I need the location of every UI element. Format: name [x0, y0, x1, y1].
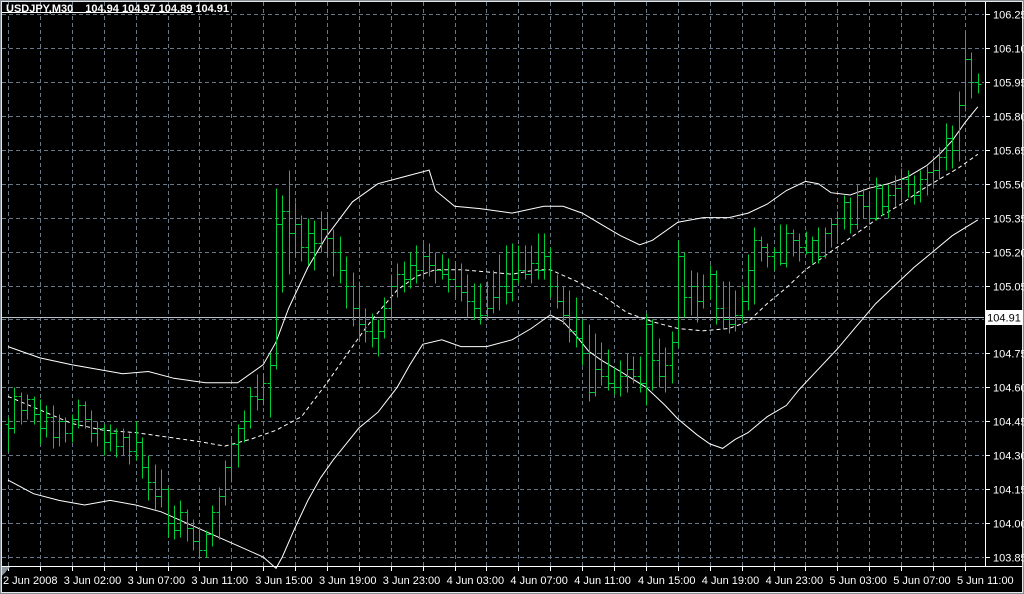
chart-title-quotes: 104.94 104.97 104.89 104.91 [85, 3, 230, 15]
time-label: 3 Jun 15:00 [255, 575, 313, 587]
time-label: 3 Jun 11:00 [191, 575, 248, 587]
price-tick-label: 103.85 [993, 553, 1024, 565]
price-tick-label: 104.00 [993, 519, 1024, 531]
time-label: 5 Jun 03:00 [829, 575, 887, 587]
price-tick-label: 104.45 [993, 417, 1024, 429]
price-tick-label: 106.10 [993, 44, 1024, 56]
time-label: 5 Jun 11:00 [957, 575, 1014, 587]
time-label: 4 Jun 11:00 [574, 575, 631, 587]
chart-window: USDJPY,M30 104.94 104.97 104.89 104.91 10… [0, 0, 1024, 594]
time-label: 3 Jun 07:00 [128, 575, 186, 587]
time-label: 3 Jun 23:00 [383, 575, 441, 587]
time-label: 3 Jun 02:00 [64, 575, 122, 587]
time-label: 3 Jun 19:00 [319, 575, 377, 587]
price-tick-label: 106.25 [993, 10, 1024, 22]
current-price-label: 104.91 [987, 313, 1021, 325]
chart-title: USDJPY,M30 104.94 104.97 104.89 104.91 [6, 3, 229, 15]
price-tick-label: 105.95 [993, 78, 1024, 90]
time-label: 4 Jun 03:00 [447, 575, 505, 587]
time-label: 2 Jun 2008 [3, 575, 57, 587]
chart-title-symbol: USDJPY,M30 [6, 3, 74, 15]
price-tick-label: 104.75 [993, 349, 1024, 361]
price-tick-label: 105.65 [993, 146, 1024, 158]
price-tick-label: 105.20 [993, 248, 1024, 260]
price-tick-label: 105.80 [993, 112, 1024, 124]
price-tick-label: 104.30 [993, 451, 1024, 463]
price-tick-label: 105.50 [993, 180, 1024, 192]
price-tick-label: 104.15 [993, 485, 1024, 497]
time-label: 5 Jun 07:00 [893, 575, 951, 587]
time-label: 4 Jun 15:00 [638, 575, 696, 587]
time-label: 4 Jun 07:00 [510, 575, 568, 587]
time-label: 4 Jun 23:00 [766, 575, 824, 587]
chart-canvas[interactable]: 106.25 106.10 105.95 105.80 105.65 105.50 105.… [0, 0, 1024, 594]
price-tick-label: 105.35 [993, 214, 1024, 226]
price-tick-label: 104.60 [993, 383, 1024, 395]
time-label: 4 Jun 19:00 [702, 575, 760, 587]
price-tick-label: 105.05 [993, 282, 1024, 294]
